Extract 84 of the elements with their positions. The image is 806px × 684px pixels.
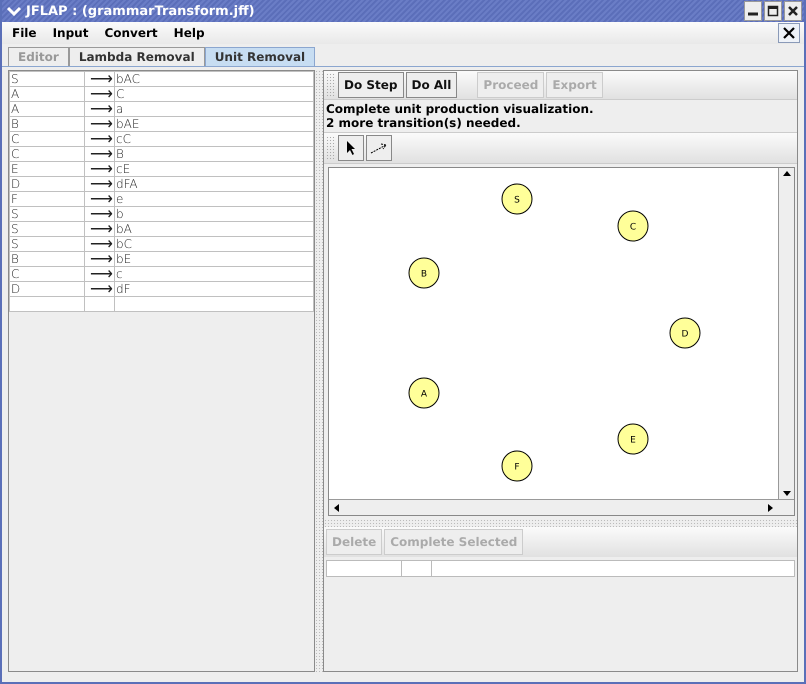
close-button[interactable] — [778, 23, 800, 43]
table-cell: ⟶ — [84, 146, 114, 162]
table-cell: e — [114, 192, 314, 206]
table-cell: C — [10, 146, 84, 162]
close-button[interactable] — [784, 1, 802, 21]
window-title: JFLAP : (grammarTransform.jff) — [26, 4, 255, 18]
table-cell: ⟶ — [84, 86, 114, 102]
table-cell: C — [10, 132, 84, 146]
right-arrow-icon[interactable] — [766, 502, 774, 512]
left-arrow-icon[interactable] — [333, 502, 341, 512]
table-cell: ⟶ — [84, 266, 114, 282]
action-button[interactable]: Do All — [406, 72, 458, 98]
table-cell: ⟶ — [84, 192, 114, 206]
table-cell: ⟶ — [84, 176, 114, 192]
maximize-button[interactable] — [764, 1, 782, 21]
state-node[interactable]: C — [618, 210, 648, 242]
horizontal-scrollbar[interactable] — [329, 499, 794, 515]
table-cell: ⟶ — [84, 102, 114, 116]
menu-item[interactable]: Help — [174, 26, 205, 40]
table-cell: S — [10, 72, 84, 86]
table-cell: bAE — [114, 116, 314, 132]
state-node[interactable]: E — [618, 424, 648, 454]
table-cell: D — [10, 176, 84, 192]
table-cell: dFA — [114, 176, 314, 192]
close-icon — [787, 5, 799, 17]
menu-item[interactable]: File — [12, 26, 37, 40]
menu-item[interactable]: Convert — [104, 26, 158, 40]
toolbar-grip[interactable] — [326, 73, 336, 97]
minimize-icon — [748, 12, 758, 16]
state-node[interactable]: B — [408, 258, 440, 288]
maximize-icon — [767, 5, 779, 17]
tab[interactable]: Lambda Removal — [68, 47, 205, 66]
table-cell: D — [10, 282, 84, 296]
table-cell: S — [10, 206, 84, 222]
table-cell: dF — [114, 282, 314, 296]
table-cell: A — [10, 86, 84, 102]
table-cell: ⟶ — [84, 162, 114, 176]
table-cell: cC — [114, 132, 314, 146]
table-cell: B — [10, 116, 84, 132]
state-node[interactable]: F — [502, 450, 532, 482]
table-cell: ⟶ — [84, 206, 114, 222]
table-cell: S — [10, 236, 84, 252]
state-node[interactable]: S — [502, 184, 532, 214]
tool-button[interactable] — [366, 135, 392, 161]
table-cell: ⟶ — [84, 252, 114, 266]
close-icon — [782, 26, 796, 40]
table-cell: A — [10, 102, 84, 116]
status-text: Complete unit production visualization. — [326, 102, 595, 116]
table-cell: cE — [114, 162, 314, 176]
table-cell: ⟶ — [84, 282, 114, 296]
down-arrow-icon[interactable] — [782, 489, 792, 497]
table-cell: S — [10, 222, 84, 236]
tool-button[interactable] — [338, 135, 364, 161]
table-cell: bA — [114, 222, 314, 236]
vertical-scrollbar[interactable] — [778, 168, 794, 499]
status-text: 2 more transition(s) needed. — [326, 116, 522, 130]
table-cell: ⟶ — [84, 72, 114, 86]
table-cell: bE — [114, 252, 314, 266]
action-button[interactable]: Do Step — [338, 72, 404, 98]
menu-caret-icon[interactable] — [7, 6, 21, 16]
table-cell: b — [114, 206, 314, 222]
menu-item[interactable]: Input — [52, 26, 88, 40]
state-node[interactable]: D — [670, 318, 700, 348]
table-cell: bAC — [114, 72, 314, 86]
arrow-icon — [370, 142, 388, 154]
state-node[interactable]: A — [408, 378, 440, 408]
minimize-button[interactable] — [744, 1, 762, 21]
pointer-icon — [346, 140, 356, 156]
table-cell: C — [114, 86, 314, 102]
tab[interactable]: Unit Removal — [204, 47, 316, 66]
toolbar-grip[interactable] — [326, 136, 336, 160]
table-cell: B — [114, 146, 314, 162]
up-arrow-icon[interactable] — [782, 170, 792, 178]
table-cell: bC — [114, 236, 314, 252]
table-cell: ⟶ — [84, 132, 114, 146]
table-cell: ⟶ — [84, 222, 114, 236]
table-cell: ⟶ — [84, 116, 114, 132]
table-cell: ⟶ — [84, 236, 114, 252]
table-cell: a — [114, 102, 314, 116]
table-cell: E — [10, 162, 84, 176]
table-cell: F — [10, 192, 84, 206]
table-cell: C — [10, 266, 84, 282]
table-cell: c — [114, 266, 314, 282]
table-cell: B — [10, 252, 84, 266]
